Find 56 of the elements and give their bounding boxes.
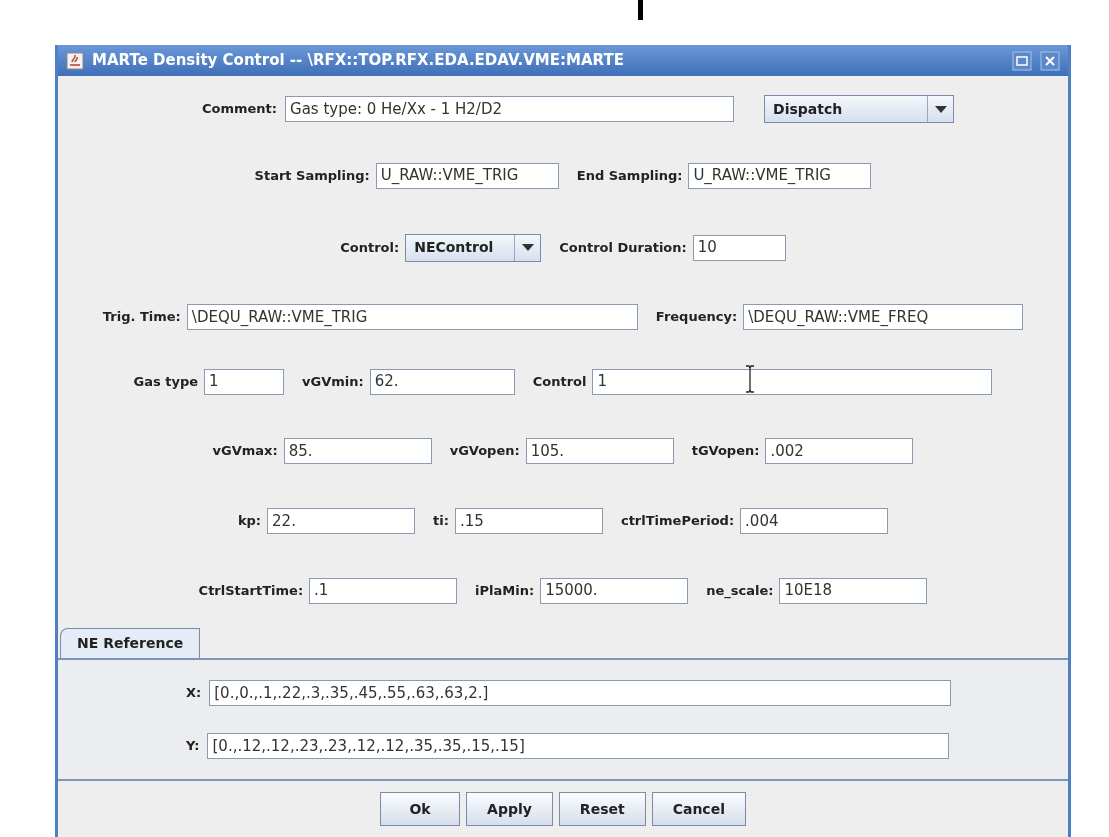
text-field[interactable]: 10 bbox=[692, 234, 786, 261]
field-label: tGVopen: bbox=[691, 442, 760, 461]
text-field[interactable]: .002 bbox=[765, 438, 914, 464]
field-label: Control bbox=[532, 372, 587, 391]
field-label: Trig. Time: bbox=[102, 308, 181, 327]
text-field[interactable]: .1 bbox=[309, 577, 458, 604]
field-label: iPlaMin: bbox=[475, 581, 535, 600]
caret-icon bbox=[521, 244, 534, 251]
text-field[interactable]: 85. bbox=[283, 438, 432, 464]
field-label: Y: bbox=[186, 737, 200, 756]
field-label: Control Duration: bbox=[559, 238, 687, 257]
text-field[interactable]: 105. bbox=[525, 438, 674, 464]
text-field[interactable]: 22. bbox=[267, 508, 416, 534]
text-field[interactable]: 15000. bbox=[540, 577, 689, 604]
field-label: vGVopen: bbox=[449, 442, 520, 461]
text-field[interactable]: [0.,0.,.1,.22,.3,.35,.45,.55,.63,.63,2.] bbox=[209, 680, 952, 706]
dialog-button[interactable]: Ok bbox=[380, 792, 461, 826]
text-field[interactable]: .004 bbox=[740, 508, 889, 534]
maximize-icon[interactable] bbox=[1012, 50, 1032, 71]
text-field[interactable]: Gas type: 0 He/Xx - 1 H2/D2 bbox=[285, 96, 735, 122]
field-label: ne_scale: bbox=[706, 581, 774, 601]
field-label: CtrlStartTime: bbox=[198, 581, 304, 600]
dialog-button[interactable]: Cancel bbox=[651, 792, 746, 826]
dialog-button[interactable]: Apply bbox=[466, 792, 553, 826]
field-label: End Sampling: bbox=[576, 166, 683, 185]
text-field[interactable]: U_RAW::VME_TRIG bbox=[375, 162, 559, 189]
caret-icon bbox=[934, 105, 947, 113]
text-field[interactable]: \DEQU_RAW::VME_FREQ bbox=[743, 304, 1024, 330]
field-label: ctrlTimePeriod: bbox=[620, 512, 735, 531]
control-dropdown[interactable]: NEControl bbox=[405, 233, 542, 262]
field-label: ti: bbox=[433, 512, 449, 531]
window-title: MARTe Density Control -- \RFX::TOP.RFX.EDA.EDAV.VME:MARTE bbox=[92, 50, 624, 72]
dialog-button[interactable]: Reset bbox=[558, 792, 646, 826]
field-label: kp: bbox=[237, 512, 262, 531]
field-label: Start Sampling: bbox=[254, 166, 370, 185]
text-field[interactable]: 10E18 bbox=[779, 577, 928, 604]
text-field[interactable]: 1 bbox=[204, 368, 285, 395]
field-label: vGVmax: bbox=[212, 442, 278, 461]
cursor-bar bbox=[638, 0, 643, 20]
dispatch-dropdown[interactable]: Dispatch bbox=[764, 95, 955, 123]
text-field[interactable]: U_RAW::VME_TRIG bbox=[688, 162, 872, 189]
text-field[interactable]: .15 bbox=[454, 508, 603, 534]
text-field[interactable]: 1 bbox=[592, 368, 993, 395]
text-field[interactable]: 62. bbox=[369, 368, 515, 395]
close-icon[interactable] bbox=[1040, 50, 1060, 71]
text-field[interactable]: [0.,.12,.12,.23,.23,.12,.12,.35,.35,.15,.15] bbox=[207, 733, 950, 759]
text-field[interactable]: \DEQU_RAW::VME_TRIG bbox=[186, 304, 638, 330]
field-label: Control: bbox=[340, 238, 400, 257]
field-label: X: bbox=[186, 684, 202, 703]
field-label: Frequency: bbox=[655, 308, 738, 327]
app-icon bbox=[66, 51, 84, 70]
tab[interactable]: NE Reference bbox=[60, 628, 201, 658]
field-label: Gas type bbox=[133, 372, 199, 391]
field-label: vGVmin: bbox=[302, 372, 364, 391]
field-label: Comment: bbox=[201, 100, 278, 119]
text-cursor-icon bbox=[744, 364, 755, 393]
